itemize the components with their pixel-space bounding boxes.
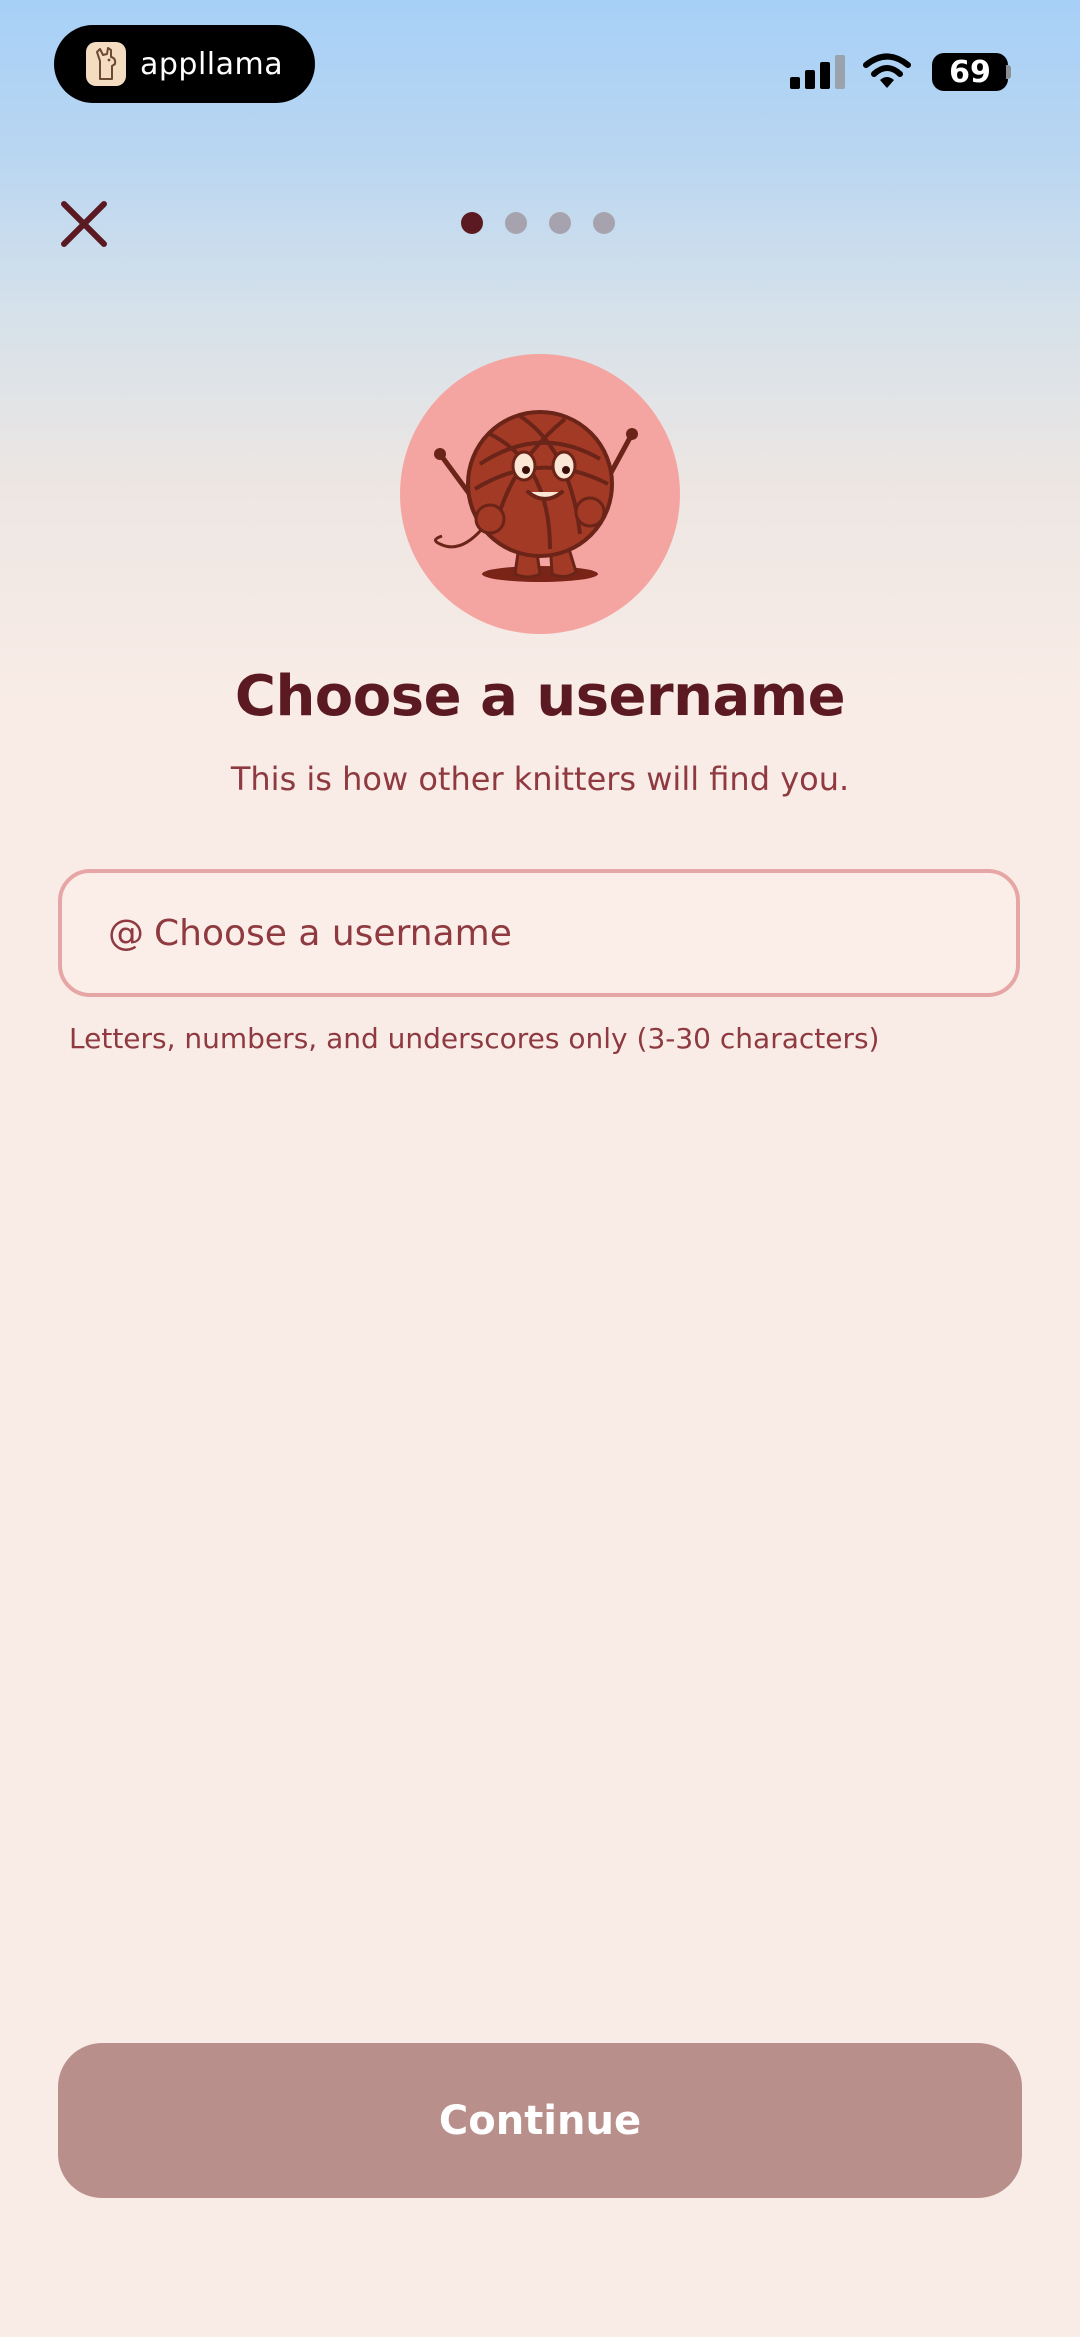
step-dot-1 bbox=[461, 212, 483, 234]
app-indicator-pill[interactable]: appllama bbox=[54, 25, 315, 103]
close-icon[interactable] bbox=[58, 198, 110, 250]
step-dot-2 bbox=[505, 212, 527, 234]
at-prefix: @ bbox=[108, 912, 144, 954]
continue-button[interactable]: Continue bbox=[58, 2043, 1022, 2198]
username-hint: Letters, numbers, and underscores only (… bbox=[69, 1022, 880, 1055]
username-input[interactable] bbox=[154, 912, 974, 954]
app-pill-label: appllama bbox=[140, 46, 284, 82]
wifi-icon bbox=[863, 53, 911, 88]
step-dot-4 bbox=[593, 212, 615, 234]
step-progress-indicator bbox=[461, 212, 615, 234]
username-input-container[interactable]: @ bbox=[58, 869, 1020, 997]
yarn-ball-mascot bbox=[400, 354, 680, 634]
battery-icon: 69 bbox=[932, 53, 1008, 91]
cellular-signal-icon bbox=[790, 55, 845, 89]
page-title: Choose a username bbox=[234, 664, 846, 729]
page-subtitle: This is how other knitters will find you… bbox=[230, 760, 850, 798]
step-dot-3 bbox=[549, 212, 571, 234]
battery-cap bbox=[1006, 65, 1011, 79]
battery-level: 69 bbox=[949, 54, 991, 90]
llama-logo-icon bbox=[86, 42, 126, 86]
